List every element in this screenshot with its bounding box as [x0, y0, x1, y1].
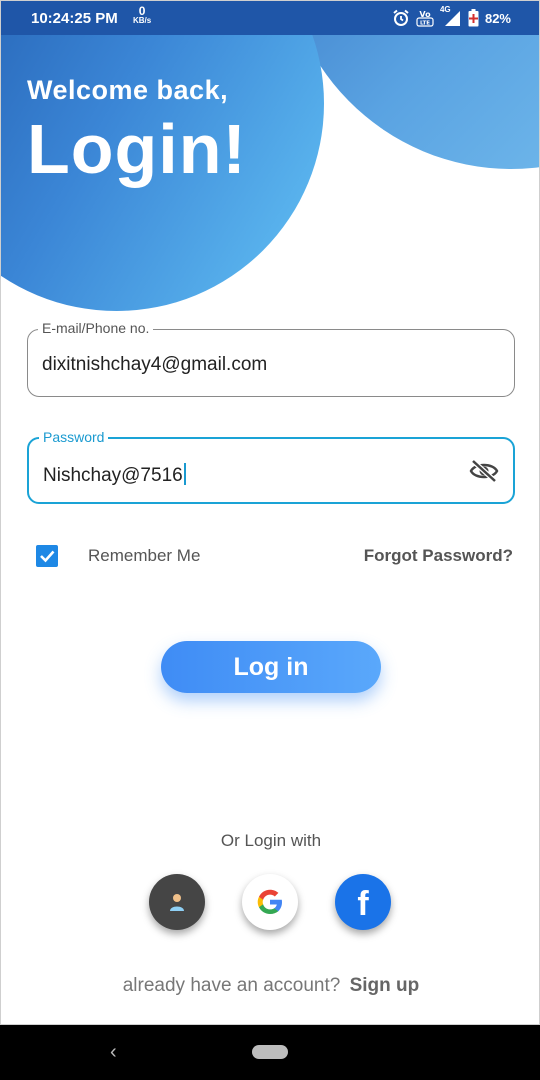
- password-field[interactable]: Password Nishchay@7516: [27, 429, 515, 504]
- email-field[interactable]: E-mail/Phone no. dixitnishchay4@gmail.co…: [27, 320, 515, 397]
- net-speed: 0 KB/s: [133, 4, 152, 25]
- page-title: Login!: [27, 110, 247, 188]
- navigation-bar: ‹: [0, 1025, 540, 1080]
- email-label: E-mail/Phone no.: [38, 320, 154, 336]
- net-speed-unit: KB/s: [133, 16, 152, 25]
- login-button[interactable]: Log in: [161, 641, 381, 693]
- remember-me-label[interactable]: Remember Me: [88, 546, 200, 566]
- eye-off-icon[interactable]: [469, 459, 499, 483]
- status-bar: 10:24:25 PM 0 KB/s Vo LTE 4G 82%: [1, 1, 539, 35]
- remember-me-checkbox[interactable]: [36, 545, 58, 567]
- check-icon: [40, 550, 55, 563]
- password-value: Nishchay@7516: [43, 465, 183, 486]
- battery-level: 82%: [484, 10, 511, 26]
- back-icon[interactable]: ‹: [110, 1041, 117, 1064]
- forgot-password-link[interactable]: Forgot Password?: [364, 546, 513, 566]
- password-label: Password: [39, 429, 109, 445]
- person-icon: [170, 894, 184, 911]
- signup-prompt: already have an account?: [122, 975, 341, 996]
- status-time: 10:24:25 PM: [31, 10, 118, 27]
- net-speed-value: 0: [138, 4, 146, 18]
- email-value: dixitnishchay4@gmail.com: [42, 354, 268, 375]
- status-icons: Vo LTE 4G 82%: [392, 5, 511, 27]
- svg-text:LTE: LTE: [420, 21, 430, 27]
- home-pill[interactable]: [252, 1045, 288, 1059]
- or-login-heading: Or Login with: [220, 831, 322, 850]
- password-value-wrap: Nishchay@7516: [43, 463, 186, 487]
- login-screen: 10:24:25 PM 0 KB/s Vo LTE 4G 82% Welcome…: [0, 0, 540, 1025]
- alarm-icon: [393, 9, 409, 26]
- signup-row: already have an account? Sign up: [1, 975, 539, 997]
- signal-icon: 4G: [440, 5, 462, 27]
- svg-text:Vo: Vo: [419, 10, 431, 19]
- google-icon: [257, 889, 282, 914]
- volte-icon: Vo LTE: [416, 10, 434, 27]
- welcome-text: Welcome back,: [27, 75, 229, 105]
- signup-link[interactable]: Sign up: [350, 975, 420, 996]
- facebook-login-button[interactable]: f: [335, 874, 391, 930]
- facebook-icon: f: [357, 884, 369, 923]
- anonymous-login-button[interactable]: [149, 874, 205, 930]
- text-cursor: [183, 463, 186, 485]
- google-login-button[interactable]: [242, 874, 298, 930]
- battery-icon: [468, 9, 479, 27]
